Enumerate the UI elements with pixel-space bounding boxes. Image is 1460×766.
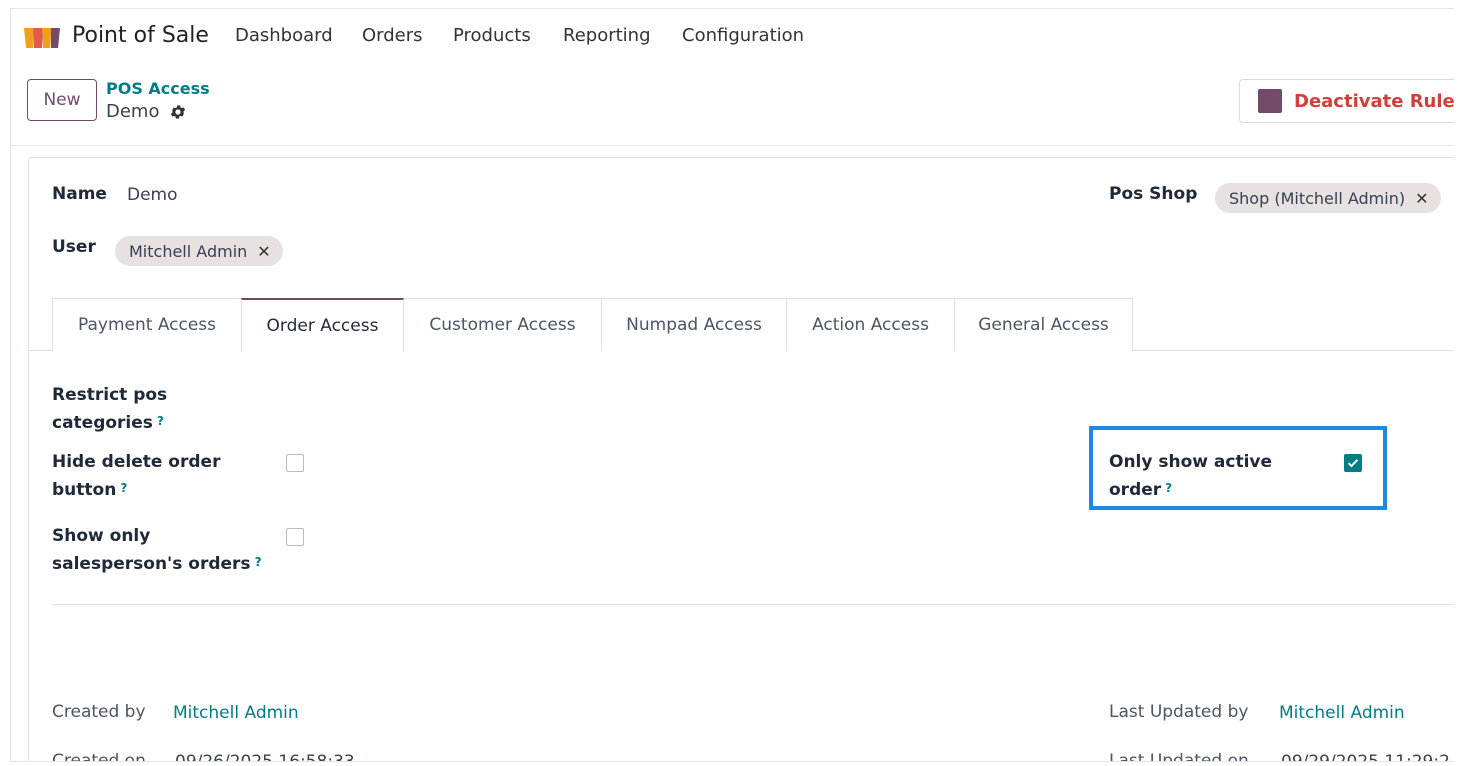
tab-general-access[interactable]: General Access bbox=[954, 298, 1133, 351]
last-updated-by-link[interactable]: Mitchell Admin bbox=[1279, 703, 1405, 723]
last-updated-on-value: 09/29/2025 11:29:2 bbox=[1281, 752, 1450, 762]
hide-delete-order-label: Hide delete order button? bbox=[52, 452, 221, 500]
app-window: Point of Sale Dashboard Orders Products … bbox=[10, 8, 1454, 762]
deactivate-rule-button[interactable]: Deactivate Rule bbox=[1239, 79, 1454, 123]
tab-order-access[interactable]: Order Access bbox=[241, 298, 404, 352]
user-tag-label: Mitchell Admin bbox=[129, 241, 248, 261]
show-only-salesperson-checkbox[interactable] bbox=[286, 528, 304, 546]
menu-configuration[interactable]: Configuration bbox=[682, 25, 804, 46]
deactivate-rule-label: Deactivate Rule bbox=[1294, 90, 1454, 112]
created-by-link[interactable]: Mitchell Admin bbox=[173, 703, 299, 723]
last-updated-by-label: Last Updated by bbox=[1109, 702, 1249, 722]
name-label: Name bbox=[52, 184, 107, 204]
tab-customer-access[interactable]: Customer Access bbox=[403, 298, 602, 351]
breadcrumb-parent[interactable]: POS Access bbox=[106, 79, 210, 98]
last-updated-on-label: Last Updated on bbox=[1109, 751, 1249, 762]
notebook-tabs: Payment Access Order Access Customer Acc… bbox=[29, 298, 1454, 352]
created-by-label: Created by bbox=[52, 702, 146, 722]
tab-action-access[interactable]: Action Access bbox=[786, 298, 955, 351]
user-tag[interactable]: Mitchell Admin ✕ bbox=[115, 236, 283, 266]
highlight-box bbox=[1089, 426, 1387, 510]
divider bbox=[52, 604, 1454, 605]
help-icon[interactable]: ? bbox=[157, 414, 164, 428]
pos-awning-icon[interactable] bbox=[23, 26, 61, 50]
menu-dashboard[interactable]: Dashboard bbox=[235, 25, 333, 46]
tab-payment-access[interactable]: Payment Access bbox=[52, 298, 242, 351]
gear-icon[interactable] bbox=[169, 103, 187, 121]
menu-orders[interactable]: Orders bbox=[362, 25, 423, 46]
restrict-pos-categories-label: Restrict pos categories? bbox=[52, 385, 168, 433]
hide-delete-order-checkbox[interactable] bbox=[286, 454, 304, 472]
new-button[interactable]: New bbox=[27, 79, 97, 121]
pos-shop-tag-label: Shop (Mitchell Admin) bbox=[1229, 188, 1406, 208]
help-icon[interactable]: ? bbox=[120, 481, 127, 495]
breadcrumb-current: Demo bbox=[106, 101, 160, 122]
form-sheet: Name Demo User Mitchell Admin ✕ Pos Shop… bbox=[28, 157, 1454, 762]
pos-shop-tag[interactable]: Shop (Mitchell Admin) ✕ bbox=[1215, 183, 1441, 213]
help-icon[interactable]: ? bbox=[255, 555, 262, 569]
menu-reporting[interactable]: Reporting bbox=[563, 25, 651, 46]
created-on-value: 09/26/2025 16:58:33 bbox=[175, 752, 355, 762]
remove-tag-icon[interactable]: ✕ bbox=[1415, 189, 1428, 208]
created-on-label: Created on bbox=[52, 751, 146, 762]
name-field[interactable]: Demo bbox=[127, 185, 178, 205]
remove-tag-icon[interactable]: ✕ bbox=[257, 242, 270, 261]
show-only-salesperson-label: Show only salesperson's orders? bbox=[52, 526, 262, 574]
tab-numpad-access[interactable]: Numpad Access bbox=[601, 298, 787, 351]
app-name[interactable]: Point of Sale bbox=[72, 23, 209, 48]
top-navbar: Point of Sale Dashboard Orders Products … bbox=[11, 9, 1454, 67]
user-label: User bbox=[52, 237, 96, 257]
divider bbox=[11, 145, 1454, 146]
pos-shop-label: Pos Shop bbox=[1109, 184, 1198, 204]
rule-color-icon bbox=[1258, 89, 1282, 113]
menu-products[interactable]: Products bbox=[453, 25, 531, 46]
